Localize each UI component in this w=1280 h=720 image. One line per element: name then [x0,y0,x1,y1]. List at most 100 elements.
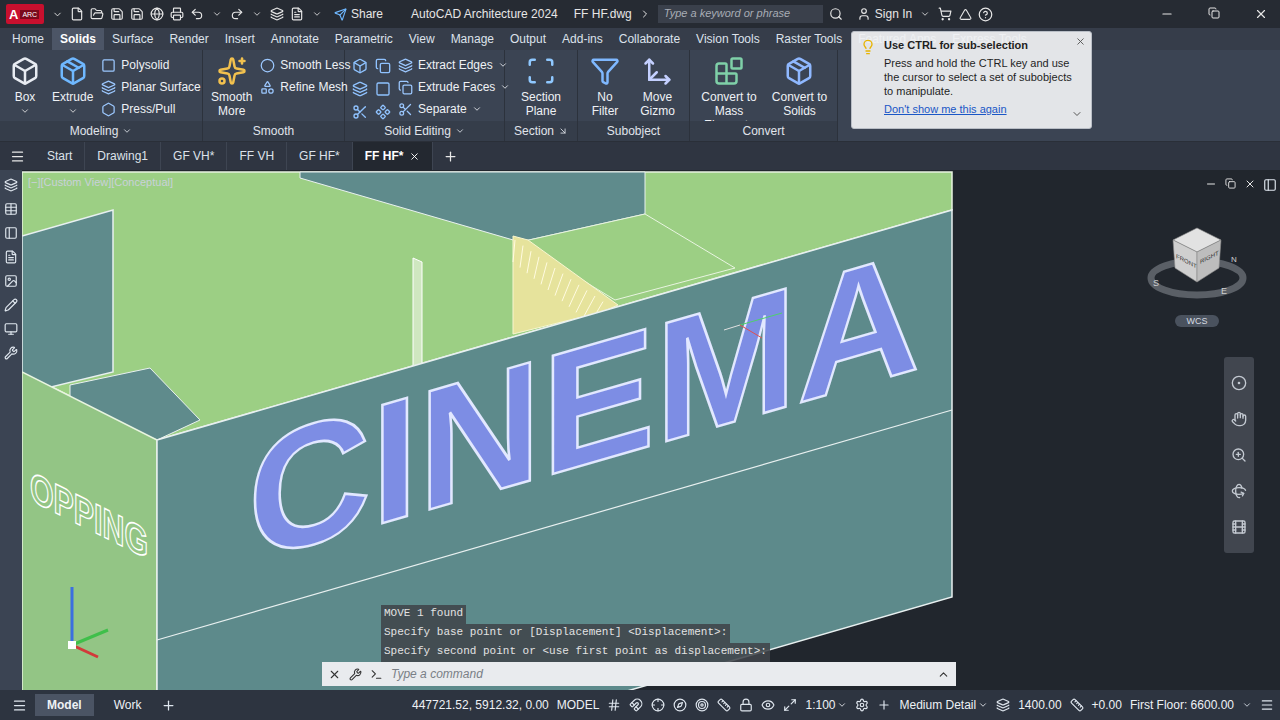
tooltip-close-icon[interactable] [1075,36,1086,47]
file-tab[interactable]: FF VH [227,142,287,170]
cart-icon[interactable] [938,7,952,21]
sign-in-button[interactable]: Sign In [857,7,912,21]
view-cube[interactable]: FRONTRIGHTSEN [1145,222,1255,312]
ribbon-tab[interactable]: Parametric [327,28,401,50]
settings-icon[interactable] [855,698,869,712]
floor-dropdown-icon[interactable] [1242,700,1252,710]
section-plane-button[interactable]: Section Plane [511,54,571,118]
viewport-minimize-icon[interactable] [1205,178,1217,190]
elevation[interactable]: 1400.00 [1018,698,1061,712]
tooltip-expand-icon[interactable] [1071,108,1083,120]
close-tab-icon[interactable] [409,151,420,162]
ribbon-tab[interactable]: Insert [217,28,263,50]
palette-icon[interactable] [4,346,18,360]
model-viewport[interactable]: CINEMAOPPING[−][Custom View][Conceptual]… [22,170,1280,690]
palette-icon[interactable] [4,202,18,216]
web-icon[interactable] [150,7,164,21]
smooth-less-button[interactable]: Smooth Less [260,56,350,74]
ribbon-tab[interactable]: View [401,28,443,50]
file-tab[interactable]: Drawing1 [85,142,161,170]
add-icon[interactable] [877,698,891,712]
layout-tab[interactable]: Model [35,694,94,716]
close-icon[interactable] [1254,7,1268,21]
panel-menu-icon[interactable] [122,126,132,136]
tool-button[interactable] [351,80,369,98]
building-model[interactable]: CINEMAOPPING [22,170,1280,690]
dropdown-icon[interactable] [498,60,508,70]
drafting-toggle-icon[interactable] [607,698,621,712]
file-tab[interactable]: Start [35,142,85,170]
compass-label[interactable]: E [1221,286,1227,296]
smooth-more-button[interactable]: Smooth More [209,54,254,118]
navigation-icon[interactable] [1231,375,1247,391]
layout-tab[interactable]: Work [102,694,154,716]
redo-list-icon[interactable] [252,9,262,19]
palette-icon[interactable] [4,298,18,312]
expand-icon[interactable] [639,8,651,20]
redo-icon[interactable] [230,7,244,21]
panel-title[interactable]: Modeling [0,121,202,141]
drafting-toggle-icon[interactable] [761,698,775,712]
scale-dropdown-icon[interactable] [837,700,847,710]
cube-face-label[interactable]: RIGHT [1200,249,1219,265]
extrude-button[interactable]: Extrude [50,54,95,116]
recent-commands-icon[interactable] [937,668,950,681]
press-pull-button[interactable]: Press/Pull [101,100,200,118]
ribbon-tab[interactable]: Solids [52,28,104,50]
ribbon-tab[interactable]: Render [161,28,216,50]
tool-button[interactable] [374,57,392,75]
layout-menu-icon[interactable] [12,698,27,713]
share-button[interactable]: Share [334,7,383,21]
ribbon-tab[interactable]: Manage [443,28,502,50]
move-gizmo-button[interactable]: Move Gizmo [632,54,683,130]
offset-icon[interactable] [1070,698,1084,712]
navigation-icon[interactable] [1231,411,1247,427]
viewport-restore-icon[interactable] [1225,178,1236,189]
app-logo[interactable]: AARC [6,4,44,24]
layer-icon[interactable] [270,7,284,21]
dropdown-icon[interactable] [68,106,78,116]
help-icon[interactable] [978,7,993,22]
drafting-toggle-icon[interactable] [783,698,797,712]
open-folder-icon[interactable] [90,7,104,21]
app-menu-icon[interactable] [52,9,63,20]
palette-icon[interactable] [4,178,18,192]
navigation-icon[interactable] [1231,483,1247,499]
drafting-toggle-icon[interactable] [695,698,709,712]
dialog-launcher-icon[interactable] [558,126,568,136]
ribbon-tab[interactable]: Annotate [263,28,327,50]
panel-title[interactable]: Solid Editing [345,121,504,141]
extrude-faces-button[interactable]: Extrude Faces [398,78,510,96]
display-detail[interactable]: Medium Detail [899,698,988,712]
save-as-icon[interactable] [130,7,144,21]
add-layout-icon[interactable] [161,698,176,713]
panel-menu-icon[interactable] [455,126,465,136]
elevation-offset[interactable]: +0.00 [1092,698,1122,712]
tool-button[interactable] [374,80,392,98]
compass-label[interactable]: N [1231,255,1237,264]
extract-edges-button[interactable]: Extract Edges [398,56,510,74]
cancel-command-icon[interactable] [328,668,341,681]
customize-icon[interactable] [312,9,322,19]
box-button[interactable]: Box [6,54,44,116]
customize-command-icon[interactable] [349,668,362,681]
minimize-icon[interactable] [1160,7,1174,21]
account-menu-icon[interactable] [920,9,930,19]
navigation-icon[interactable] [1231,447,1247,463]
space-toggle[interactable]: MODEL [557,698,600,712]
drafting-toggle-icon[interactable] [651,698,665,712]
convert-to-solids-button[interactable]: Convert to Solids [768,54,831,118]
palette-icon[interactable] [4,322,18,336]
coordinates[interactable]: 447721.52, 5912.32, 0.00 [412,698,549,712]
palette-icon[interactable] [4,226,18,240]
dropdown-icon[interactable] [500,82,510,92]
floor-level[interactable]: First Floor: 6600.00 [1130,698,1234,712]
ribbon-tab[interactable]: Collaborate [611,28,688,50]
command-input[interactable]: Type a command [391,667,929,681]
search-field[interactable]: Type a keyword or phrase [658,5,823,23]
ribbon-tab[interactable]: Home [4,28,52,50]
polysolid-button[interactable]: Polysolid [101,56,200,74]
planar-surface-button[interactable]: Planar Surface [101,78,200,96]
properties-button[interactable] [1262,177,1278,193]
drafting-toggle-icon[interactable] [717,698,731,712]
